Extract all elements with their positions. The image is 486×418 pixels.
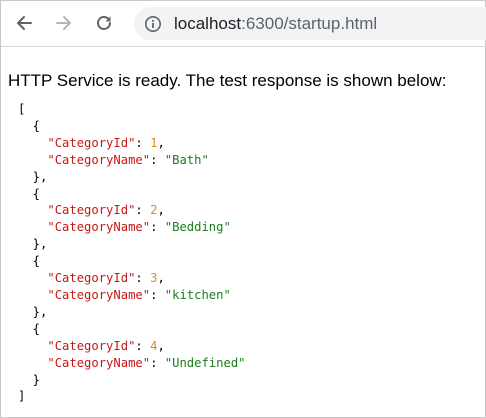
- json-string: "Bedding": [164, 220, 231, 235]
- json-key: "CategoryId": [47, 338, 136, 353]
- forward-arrow-icon: [56, 16, 71, 30]
- json-number: 3: [150, 271, 158, 286]
- json-response: [ { "CategoryId": 1, "CategoryName": "Ba…: [18, 102, 246, 404]
- json-number: 1: [150, 135, 158, 150]
- json-string: "Bath": [164, 152, 209, 167]
- page-heading: HTTP Service is ready. The test response…: [8, 71, 447, 90]
- browser-window: localhost:6300/startup.html HTTP Service…: [0, 0, 486, 418]
- back-button[interactable]: [9, 8, 39, 38]
- json-key: "CategoryId": [47, 135, 136, 150]
- json-key: "CategoryName": [47, 220, 151, 235]
- browser-toolbar: localhost:6300/startup.html: [1, 1, 486, 47]
- json-key: "CategoryId": [47, 271, 136, 286]
- json-string: "kitchen": [164, 287, 231, 302]
- json-number: 4: [150, 338, 158, 353]
- json-key: "CategoryId": [47, 203, 136, 218]
- json-key: "CategoryName": [47, 355, 151, 370]
- url-host: localhost: [174, 13, 242, 33]
- info-icon[interactable]: [144, 15, 162, 33]
- json-key: "CategoryName": [47, 287, 151, 302]
- json-key: "CategoryName": [47, 152, 151, 167]
- json-string: "Undefined": [164, 355, 246, 370]
- json-number: 2: [150, 203, 158, 218]
- page-content: HTTP Service is ready. The test response…: [1, 47, 485, 417]
- url-text[interactable]: localhost:6300/startup.html: [174, 14, 377, 34]
- forward-button[interactable]: [49, 8, 79, 38]
- url-path: :6300/startup.html: [241, 13, 378, 33]
- reload-icon: [97, 16, 111, 30]
- address-bar[interactable]: localhost:6300/startup.html: [134, 7, 486, 40]
- back-arrow-icon: [17, 16, 32, 30]
- reload-button[interactable]: [89, 8, 119, 38]
